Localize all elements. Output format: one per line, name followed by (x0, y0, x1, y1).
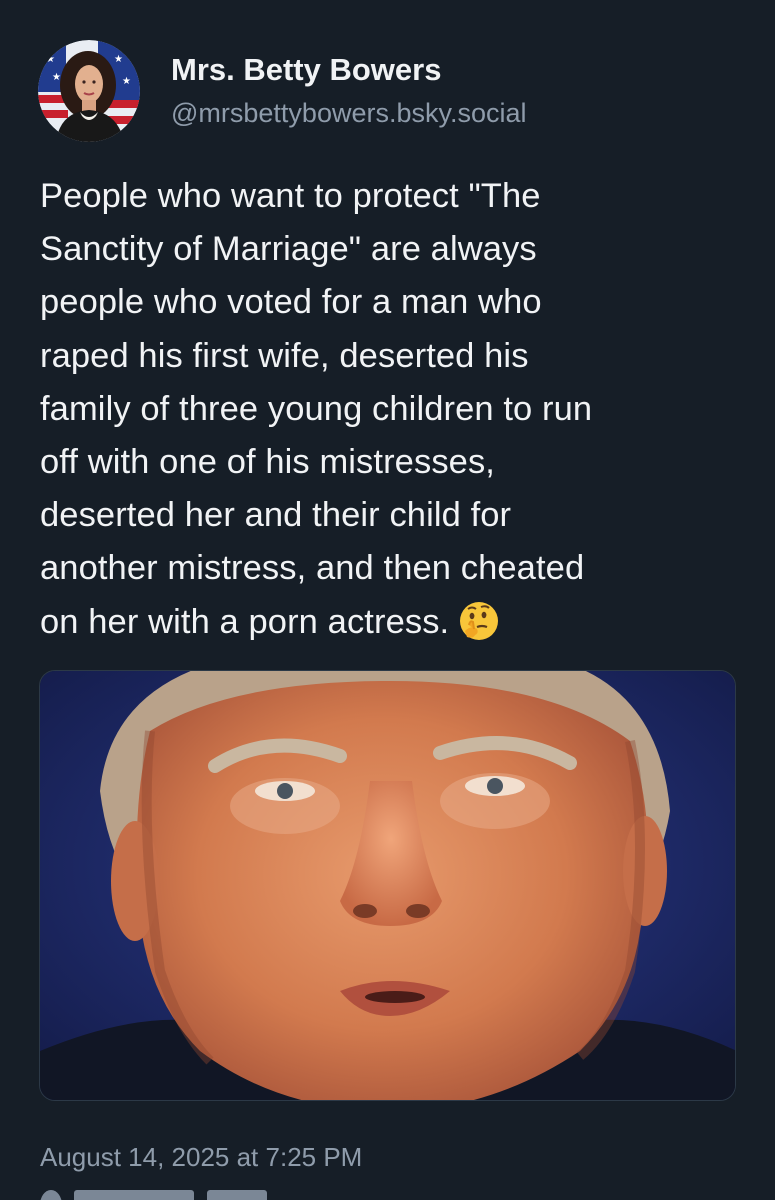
post-text-line: Sanctity of Marriage" are always (40, 230, 537, 269)
post-footer-cutoff (40, 1190, 370, 1200)
post-text-line-last: on her with a porn actress. (40, 596, 740, 659)
thinking-face-icon (457, 599, 501, 659)
post-text: People who want to protect "The Sanctity… (40, 170, 740, 659)
post-text-line: People who want to protect "The (40, 177, 541, 215)
post-text-line: family of three young children to run (40, 389, 593, 428)
post-text-line: off with one of his mistresses, (40, 443, 495, 482)
post-text-line: deserted her and their child for (40, 496, 512, 535)
author-avatar[interactable]: ★ ★ ★ ★ (38, 40, 140, 142)
author-display-name[interactable]: Mrs. Betty Bowers (171, 52, 441, 88)
post-card: ★ ★ ★ ★ Mrs. Betty Bowers @mrsbettybower… (0, 0, 775, 1200)
avatar-photo-icon: ★ ★ ★ ★ (38, 40, 140, 142)
post-image[interactable] (39, 670, 736, 1101)
author-handle[interactable]: @mrsbettybowers.bsky.social (171, 98, 527, 129)
footer-text-placeholder (74, 1190, 195, 1200)
post-text-line: on her with a porn actress. (40, 602, 450, 641)
post-timestamp[interactable]: August 14, 2025 at 7:25 PM (40, 1142, 362, 1173)
footer-text-placeholder (206, 1190, 267, 1200)
post-text-line: people who voted for a man who (40, 283, 542, 322)
globe-icon (40, 1190, 62, 1200)
svg-text:★: ★ (114, 54, 123, 65)
portrait-photo-icon (40, 671, 735, 1100)
post-text-line: raped his first wife, deserted his (40, 336, 529, 375)
svg-text:★: ★ (52, 72, 61, 83)
svg-text:★: ★ (46, 54, 55, 65)
svg-text:★: ★ (122, 76, 131, 87)
post-text-line: another mistress, and then cheated (40, 549, 585, 588)
